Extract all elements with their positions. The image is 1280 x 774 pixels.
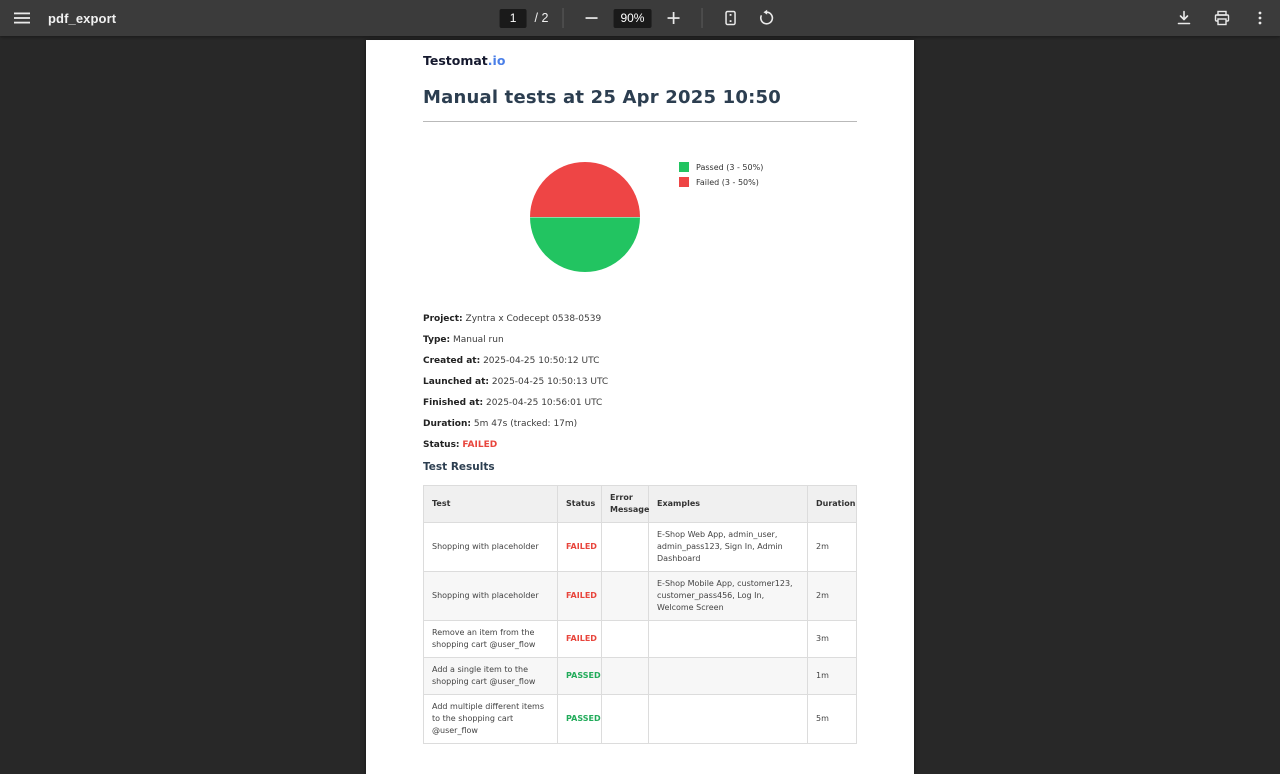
menu-button[interactable] — [8, 4, 36, 32]
logo-text-io: .io — [488, 53, 506, 68]
detail-value: 5m 47s (tracked: 17m) — [474, 419, 577, 429]
examples-cell: E-Shop Web App, admin_user, admin_pass12… — [649, 523, 808, 572]
print-icon — [1213, 9, 1231, 27]
column-header-error-message: Error Message — [602, 486, 649, 523]
detail-project: Project: Zyntra x Codecept 0538-0539 — [423, 314, 857, 324]
examples-cell — [649, 658, 808, 695]
failed-swatch — [679, 177, 689, 187]
status-cell: FAILED — [558, 523, 602, 572]
examples-cell — [649, 695, 808, 744]
status-cell: PASSED — [558, 658, 602, 695]
detail-value: 2025-04-25 10:50:13 UTC — [492, 377, 608, 387]
test-results-heading: Test Results — [423, 461, 857, 473]
error-message-cell — [602, 523, 649, 572]
detail-label: Status: — [423, 440, 460, 450]
run-details: Project: Zyntra x Codecept 0538-0539 Typ… — [423, 314, 857, 450]
test-name-cell: Shopping with placeholder — [424, 572, 558, 621]
examples-cell — [649, 621, 808, 658]
table-row: Shopping with placeholder FAILED E-Shop … — [424, 523, 857, 572]
status-cell: PASSED — [558, 695, 602, 744]
test-results-table: Test Status Error Message Examples Durat… — [423, 485, 857, 744]
print-button[interactable] — [1208, 4, 1236, 32]
table-header-row: Test Status Error Message Examples Durat… — [424, 486, 857, 523]
detail-created-at: Created at: 2025-04-25 10:50:12 UTC — [423, 356, 857, 366]
zoom-out-button[interactable] — [577, 4, 605, 32]
minus-icon — [583, 10, 599, 26]
fit-page-icon — [721, 9, 739, 27]
logo-text: Testomat — [423, 53, 488, 68]
rotate-button[interactable] — [752, 4, 780, 32]
zoom-level[interactable]: 90% — [613, 9, 651, 28]
report-title: Manual tests at 25 Apr 2025 10:50 — [423, 87, 857, 108]
test-name-cell: Shopping with placeholder — [424, 523, 558, 572]
toolbar-divider — [701, 8, 702, 28]
test-name-cell: Add a single item to the shopping cart @… — [424, 658, 558, 695]
legend-item-failed: Failed (3 - 50%) — [679, 177, 763, 187]
pdf-page: Testomat.io Manual tests at 25 Apr 2025 … — [366, 40, 914, 774]
table-row: Shopping with placeholder FAILED E-Shop … — [424, 572, 857, 621]
error-message-cell — [602, 695, 649, 744]
status-cell: FAILED — [558, 621, 602, 658]
kebab-menu-icon — [1252, 10, 1268, 26]
examples-cell: E-Shop Mobile App, customer123, customer… — [649, 572, 808, 621]
detail-value: Zyntra x Codecept 0538-0539 — [466, 314, 602, 324]
legend-label: Failed (3 - 50%) — [696, 178, 759, 187]
fit-to-page-button[interactable] — [716, 4, 744, 32]
column-header-duration: Duration — [808, 486, 857, 523]
passed-swatch — [679, 162, 689, 172]
download-button[interactable] — [1170, 4, 1198, 32]
duration-cell: 5m — [808, 695, 857, 744]
column-header-test: Test — [424, 486, 558, 523]
error-message-cell — [602, 621, 649, 658]
duration-cell: 2m — [808, 523, 857, 572]
page-count: / 2 — [535, 11, 549, 25]
results-pie-chart-block: Passed (3 - 50%) Failed (3 - 50%) — [423, 162, 857, 272]
zoom-in-button[interactable] — [659, 4, 687, 32]
table-row: Add multiple different items to the shop… — [424, 695, 857, 744]
rotate-counterclockwise-icon — [757, 9, 775, 27]
legend-item-passed: Passed (3 - 50%) — [679, 162, 763, 172]
detail-label: Launched at: — [423, 377, 489, 387]
more-options-button[interactable] — [1246, 4, 1274, 32]
detail-type: Type: Manual run — [423, 335, 857, 345]
detail-label: Project: — [423, 314, 463, 324]
download-icon — [1175, 9, 1193, 27]
hamburger-icon — [13, 9, 31, 27]
chart-legend: Passed (3 - 50%) Failed (3 - 50%) — [679, 162, 763, 192]
pdf-viewer-area: Testomat.io Manual tests at 25 Apr 2025 … — [0, 36, 1280, 720]
pie-chart — [530, 162, 640, 272]
pdf-viewer-toolbar: pdf_export / 2 90% — [0, 0, 1280, 36]
detail-finished-at: Finished at: 2025-04-25 10:56:01 UTC — [423, 398, 857, 408]
legend-label: Passed (3 - 50%) — [696, 163, 763, 172]
testomat-logo: Testomat.io — [423, 53, 857, 68]
status-badge: FAILED — [462, 440, 497, 450]
title-divider — [423, 121, 857, 122]
duration-cell: 1m — [808, 658, 857, 695]
test-name-cell: Remove an item from the shopping cart @u… — [424, 621, 558, 658]
document-title: pdf_export — [48, 11, 116, 26]
duration-cell: 2m — [808, 572, 857, 621]
detail-value: 2025-04-25 10:50:12 UTC — [483, 356, 599, 366]
error-message-cell — [602, 572, 649, 621]
column-header-examples: Examples — [649, 486, 808, 523]
status-cell: FAILED — [558, 572, 602, 621]
plus-icon — [665, 10, 681, 26]
detail-value: Manual run — [453, 335, 504, 345]
duration-cell: 3m — [808, 621, 857, 658]
detail-label: Created at: — [423, 356, 480, 366]
detail-value: 2025-04-25 10:56:01 UTC — [486, 398, 602, 408]
detail-launched-at: Launched at: 2025-04-25 10:50:13 UTC — [423, 377, 857, 387]
detail-status: Status: FAILED — [423, 440, 857, 450]
table-row: Add a single item to the shopping cart @… — [424, 658, 857, 695]
error-message-cell — [602, 658, 649, 695]
detail-label: Type: — [423, 335, 450, 345]
detail-label: Finished at: — [423, 398, 483, 408]
page-number-input[interactable] — [500, 9, 527, 28]
detail-duration: Duration: 5m 47s (tracked: 17m) — [423, 419, 857, 429]
toolbar-divider — [562, 8, 563, 28]
column-header-status: Status — [558, 486, 602, 523]
table-row: Remove an item from the shopping cart @u… — [424, 621, 857, 658]
test-name-cell: Add multiple different items to the shop… — [424, 695, 558, 744]
detail-label: Duration: — [423, 419, 471, 429]
